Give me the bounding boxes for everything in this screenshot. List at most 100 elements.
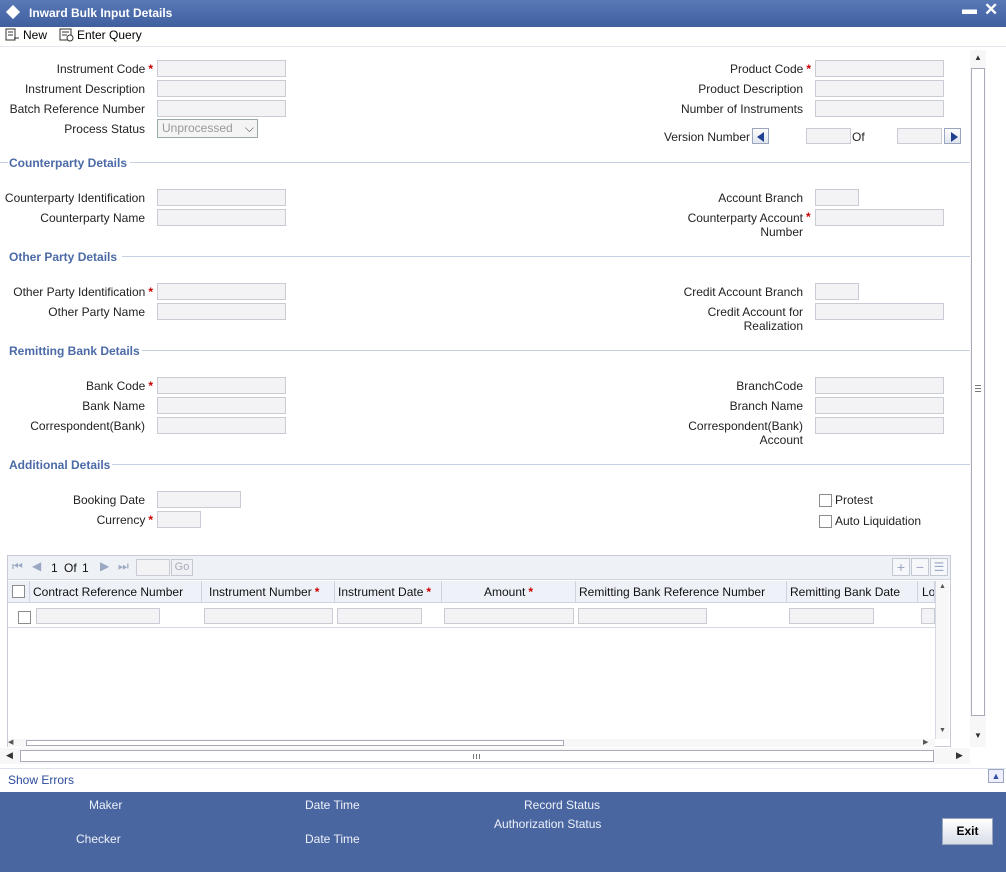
checker-label: Checker [76, 832, 121, 846]
grid-scroll-down-icon[interactable]: ▼ [939, 727, 946, 734]
instrument-code-label: Instrument Code * [56, 62, 153, 76]
contract-reference-cell[interactable] [36, 608, 160, 624]
instrument-number-cell[interactable] [204, 608, 333, 624]
delete-row-icon[interactable]: − [911, 558, 929, 576]
counterparty-identification-label: Counterparty Identification [4, 191, 145, 205]
go-button[interactable]: Go [171, 559, 193, 576]
remitting-bank-reference-cell[interactable] [578, 608, 707, 624]
product-code-input[interactable] [815, 60, 944, 77]
number-of-instruments-input[interactable] [815, 100, 944, 117]
correspondent-account-label: Correspondent(Bank) Account [688, 419, 803, 447]
page-number-input[interactable] [136, 559, 170, 576]
grid-scroll-right-icon[interactable]: ▶ [923, 738, 928, 746]
counterparty-account-required-icon: * [806, 210, 811, 224]
new-button[interactable]: New [5, 28, 47, 42]
bank-code-input[interactable] [157, 377, 286, 394]
currency-input[interactable] [157, 511, 201, 528]
close-icon[interactable]: ✕ [984, 0, 998, 20]
instrument-date-cell[interactable] [337, 608, 422, 624]
grid-vertical-scrollbar[interactable]: ▲ ▼ [935, 581, 949, 739]
amount-cell[interactable] [444, 608, 574, 624]
currency-label: Currency * [96, 513, 153, 527]
main-horizontal-scrollbar[interactable]: ◀ ▶ [0, 748, 970, 764]
credit-account-realization-input[interactable] [815, 303, 944, 320]
version-number-input[interactable] [806, 128, 851, 144]
auto-liquidation-checkbox[interactable] [819, 515, 832, 528]
instrument-description-input[interactable] [157, 80, 286, 97]
col-instrument-number[interactable]: Instrument Number * [202, 581, 335, 603]
branch-code-input[interactable] [815, 377, 944, 394]
scroll-down-icon[interactable]: ▼ [974, 731, 982, 740]
account-branch-input[interactable] [815, 189, 859, 206]
grid-scroll-left-icon[interactable]: ◀ [8, 738, 13, 746]
arrow-right-icon [951, 132, 958, 142]
maker-label: Maker [89, 798, 123, 812]
scroll-up-icon[interactable]: ▲ [974, 53, 982, 62]
version-total-input[interactable] [897, 128, 942, 144]
next-page-icon[interactable]: ▶ [100, 559, 109, 573]
truncated-cell[interactable] [921, 608, 935, 624]
window-title: Inward Bulk Input Details [29, 6, 173, 20]
first-page-icon[interactable]: ⏮ [12, 559, 23, 574]
bank-name-input[interactable] [157, 397, 286, 414]
row-select-checkbox[interactable] [18, 611, 31, 624]
instrument-code-input[interactable] [157, 60, 286, 77]
main-scroll-left-icon[interactable]: ◀ [6, 750, 13, 761]
single-view-icon[interactable]: ☰ [930, 558, 948, 576]
branch-name-input[interactable] [815, 397, 944, 414]
grid-horizontal-scrollbar[interactable]: ◀ ▶ [8, 739, 935, 747]
grid-hscroll-thumb[interactable] [26, 740, 564, 746]
last-page-icon[interactable]: ⏭ [118, 559, 129, 574]
page-of-label: Of [64, 561, 77, 575]
version-next-button[interactable] [944, 128, 961, 144]
previous-page-icon[interactable]: ◀ [32, 559, 41, 573]
counterparty-account-number-input[interactable] [815, 209, 944, 226]
correspondent-account-input[interactable] [815, 417, 944, 434]
correspondent-bank-input[interactable] [157, 417, 286, 434]
main-scroll-right-icon[interactable]: ▶ [956, 750, 963, 761]
other-party-name-input[interactable] [157, 303, 286, 320]
branch-name-label: Branch Name [729, 399, 803, 413]
query-icon [59, 28, 74, 42]
version-previous-button[interactable] [752, 128, 769, 144]
collapse-up-icon[interactable]: ▲ [988, 769, 1004, 783]
col-remitting-bank-date[interactable]: Remitting Bank Date [787, 581, 918, 603]
add-row-icon[interactable]: + [892, 558, 910, 576]
batch-reference-number-input[interactable] [157, 100, 286, 117]
chevron-down-icon: ⌵ [244, 121, 254, 135]
counterparty-identification-input[interactable] [157, 189, 286, 206]
app-diamond-icon [5, 4, 21, 20]
batch-reference-number-label: Batch Reference Number [9, 102, 145, 116]
process-status-value: Unprocessed [162, 121, 233, 135]
col-remitting-bank-reference-number[interactable]: Remitting Bank Reference Number [576, 581, 787, 603]
col-truncated[interactable]: Lo [918, 581, 935, 603]
col-amount[interactable]: Amount * [442, 581, 576, 603]
protest-checkbox[interactable] [819, 494, 832, 507]
page-current: 1 [51, 561, 58, 575]
main-hscroll-thumb[interactable] [20, 750, 934, 762]
booking-date-input[interactable] [157, 491, 241, 508]
process-status-select[interactable]: Unprocessed ⌵ [157, 119, 258, 138]
main-vertical-scrollbar[interactable]: ▲ ▼ [970, 50, 986, 747]
other-party-identification-label: Other Party Identification * [13, 285, 153, 299]
exit-button[interactable]: Exit [942, 818, 993, 845]
page-total: 1 [82, 561, 89, 575]
credit-account-branch-label: Credit Account Branch [683, 285, 803, 299]
remitting-bank-date-cell[interactable] [789, 608, 874, 624]
col-instrument-date[interactable]: Instrument Date * [335, 581, 442, 603]
credit-account-branch-input[interactable] [815, 283, 859, 300]
arrow-left-icon [757, 132, 764, 142]
counterparty-name-input[interactable] [157, 209, 286, 226]
booking-date-label: Booking Date [72, 493, 145, 507]
minimize-icon[interactable]: ▬ [962, 1, 977, 18]
select-all-checkbox[interactable] [12, 585, 25, 598]
other-party-identification-input[interactable] [157, 283, 286, 300]
select-all-cell [8, 581, 30, 603]
title-bar: Inward Bulk Input Details ▬ ✕ [0, 0, 1006, 27]
show-errors-link[interactable]: Show Errors [8, 773, 74, 787]
col-contract-reference-number[interactable]: Contract Reference Number [30, 581, 202, 603]
product-description-input[interactable] [815, 80, 944, 97]
enter-query-button[interactable]: Enter Query [59, 28, 142, 42]
grid-scroll-up-icon[interactable]: ▲ [939, 583, 946, 590]
scroll-thumb[interactable] [971, 68, 985, 716]
